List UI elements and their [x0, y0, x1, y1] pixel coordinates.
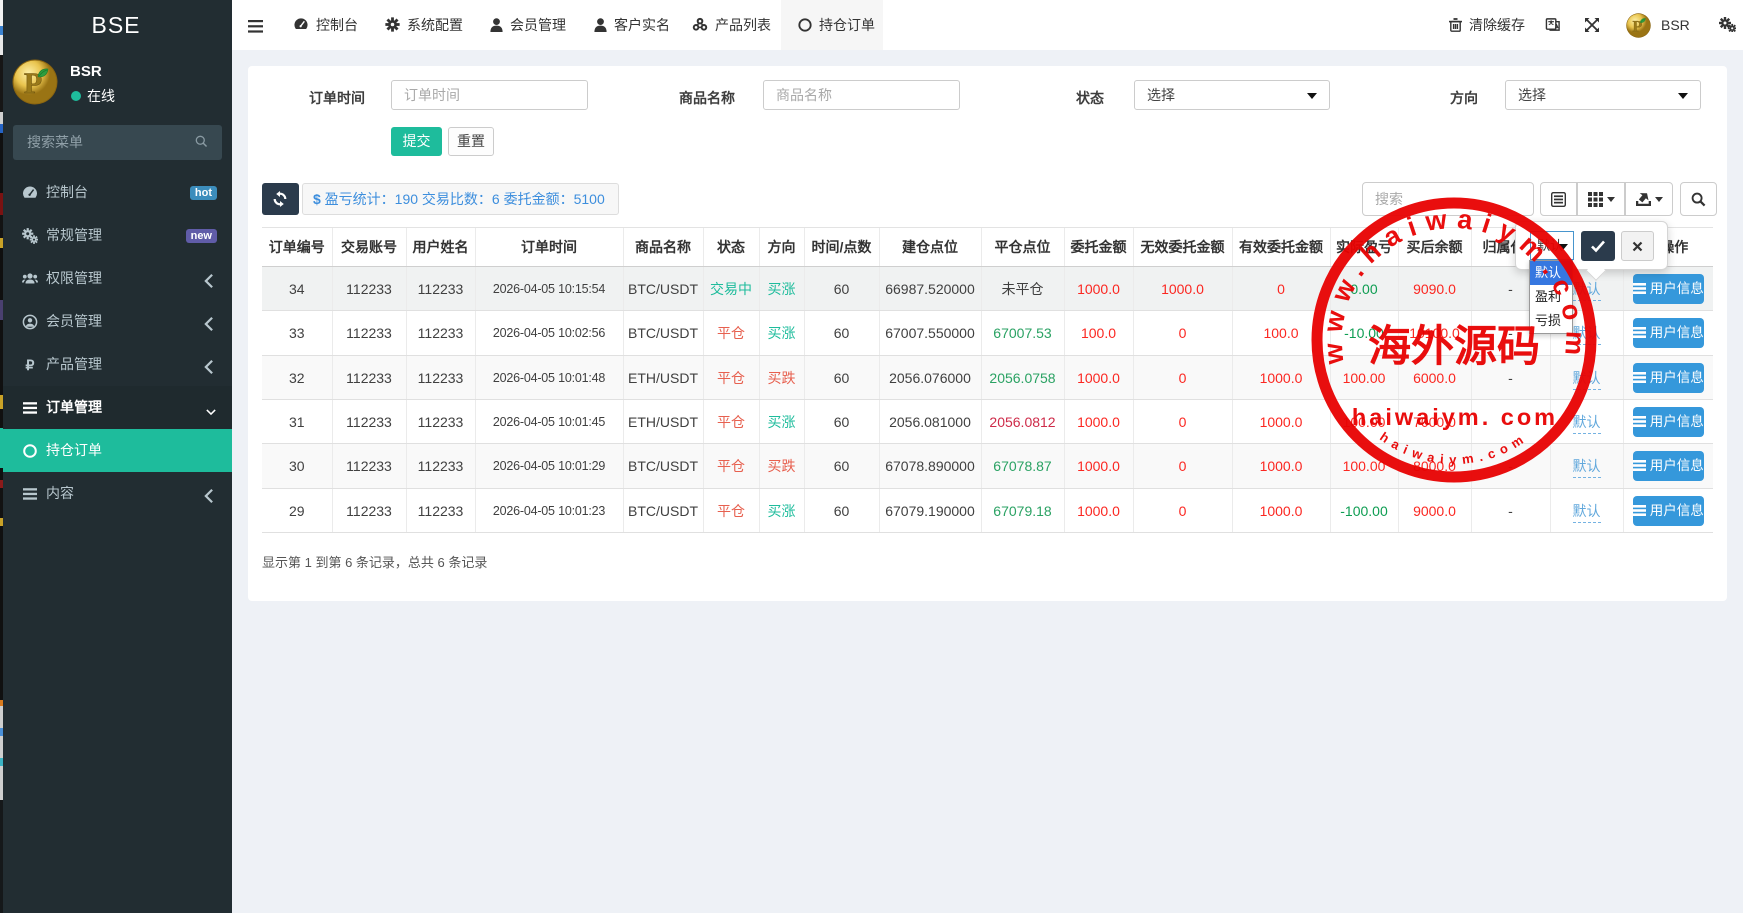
svg-text:₽: ₽	[26, 357, 35, 373]
svg-text:海外源码: 海外源码	[1368, 323, 1540, 371]
svg-text:haiwaiym. com: haiwaiym. com	[1352, 404, 1558, 430]
